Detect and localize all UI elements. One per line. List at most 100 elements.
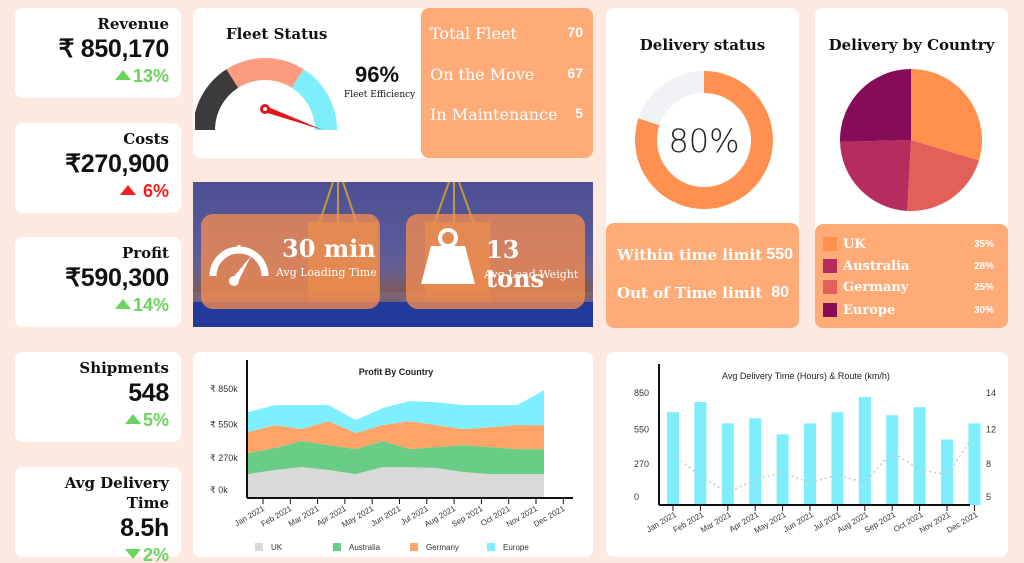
avg-load-weight-label: Avg Load Weight xyxy=(484,268,579,281)
gauge-needle-hub-center xyxy=(263,107,267,111)
kpi-label: Profit xyxy=(121,244,169,262)
delivery-time-bar xyxy=(886,415,899,505)
profit-by-country-card: ₹ 0k ₹ 270k ₹ 550k ₹ 850k Jan 2021 Feb 2021 M… xyxy=(193,352,593,557)
kpi-value: ₹ 850,170 xyxy=(58,35,169,63)
gauge-segment-dark xyxy=(195,69,239,130)
fleet-stat-label: Total Fleet xyxy=(430,24,517,43)
within-time-value: 550 xyxy=(766,246,793,263)
delivery-time-bar xyxy=(913,407,926,505)
country-legend-australia: Australia 28% xyxy=(823,257,994,275)
arrow-up-icon xyxy=(119,185,136,196)
avg-load-weight-value: 13 tons xyxy=(486,235,545,293)
country-legend-europe: Europe 30% xyxy=(823,301,994,319)
kpi-value: 548 xyxy=(128,379,169,407)
gauge-segment-salmon xyxy=(226,58,304,88)
area-y-tick-label: ₹ 270k xyxy=(210,453,238,463)
delivery-time-bar xyxy=(749,418,762,505)
kpi-change: 6% xyxy=(23,179,169,203)
fleet-stat-total: Total Fleet 70 xyxy=(430,24,583,43)
legend-swatch xyxy=(823,237,837,251)
area-legend-label: Germany xyxy=(426,543,459,552)
legend-label: Australia xyxy=(843,258,910,274)
country-legend-uk: UK 35% xyxy=(823,235,994,253)
kpi-change: 5% xyxy=(23,408,169,432)
bar-left-y-tick-label: 550 xyxy=(634,425,649,435)
route-speed-line xyxy=(672,434,976,494)
area-legend-label: Europe xyxy=(503,543,529,552)
fleet-stat-label: In Maintenance xyxy=(430,105,558,124)
speedometer-icon xyxy=(209,245,269,286)
area-x-tick-label: May 2021 xyxy=(340,504,375,530)
area-x-tick-label: Sep 2021 xyxy=(450,504,485,529)
legend-label: Germany xyxy=(843,279,909,295)
country-legend-germany: Germany 25% xyxy=(823,278,994,296)
kpi-change: 2% xyxy=(23,543,169,563)
area-y-tick-label: ₹ 550k xyxy=(210,420,238,430)
fleet-stat-label: On the Move xyxy=(430,65,535,84)
bar-left-y-tick-label: 0 xyxy=(634,492,639,502)
kpi-value: 8.5h xyxy=(120,514,169,542)
kpi-card-revenue: Revenue ₹ 850,170 13% xyxy=(15,8,181,98)
kpi-card-costs: Costs ₹270,900 6% xyxy=(15,123,181,213)
arrow-up-icon xyxy=(124,414,141,425)
area-x-tick-label: Dec 2021 xyxy=(532,504,567,529)
kpi-change: 14% xyxy=(23,293,169,317)
area-y-tick-label: ₹ 850k xyxy=(210,384,238,394)
profit-by-country-chart: ₹ 0k₹ 270k₹ 550k₹ 850k Jan 2021Feb 2021M… xyxy=(210,360,573,552)
fleet-stat-value: 67 xyxy=(567,65,583,81)
area-x-tick-label: Jun 2021 xyxy=(369,504,402,529)
delivery-by-country-pie xyxy=(840,69,982,211)
delivery-time-bar xyxy=(776,434,789,505)
kpi-label: Revenue xyxy=(97,15,169,33)
delivery-status-donut: 80% xyxy=(635,71,773,209)
area-legend-label: UK xyxy=(271,543,283,552)
avg-loading-time-tile: 30 min Avg Loading Time xyxy=(201,214,380,309)
bar-left-y-tick-label: 850 xyxy=(634,388,649,398)
bar-right-y-tick-label: 14 xyxy=(986,388,996,398)
delivery-status-title: Delivery status xyxy=(639,36,766,54)
bar-x-tick-label: Jun 2021 xyxy=(782,510,815,535)
delivery-time-bar xyxy=(858,397,871,505)
bar-right-y-tick-label: 12 xyxy=(986,425,996,435)
fleet-stat-on-move: On the Move 67 xyxy=(430,65,583,84)
kpi-label: Shipments xyxy=(79,359,169,377)
kpi-label: Costs xyxy=(123,130,169,148)
bar-right-y-tick-label: 5 xyxy=(986,492,991,502)
out-of-time-label: Out of Time limit xyxy=(617,284,763,302)
bar-right-y-tick-label: 8 xyxy=(986,459,991,469)
fleet-status-title: Fleet Status xyxy=(226,25,328,43)
kpi-value: ₹270,900 xyxy=(65,150,169,178)
fleet-stat-maintenance: In Maintenance 5 xyxy=(430,105,583,124)
avg-loading-time-label: Avg Loading Time xyxy=(276,266,377,279)
avg-delivery-time-card: 0 270 550 850 5 8 12 14 Jan 2021 Feb 2021 Mar 202… xyxy=(606,352,1008,557)
donut-percent-label: 80% xyxy=(668,122,739,160)
delivery-time-bar xyxy=(804,423,816,505)
delivery-time-bar xyxy=(694,402,707,505)
kpi-card-shipments: Shipments 548 5% xyxy=(15,352,181,442)
legend-swatch xyxy=(823,280,837,294)
area-legend-swatch xyxy=(255,543,263,551)
arrow-down-icon xyxy=(124,549,141,560)
country-legend-panel: UK 35% Australia 28% Germany 25% Europe … xyxy=(815,224,1008,328)
legend-label: Europe xyxy=(843,302,896,318)
legend-pct: 30% xyxy=(973,304,994,316)
fleet-stat-value: 70 xyxy=(567,24,583,40)
within-time-label: Within time limit xyxy=(617,246,763,264)
area-legend-swatch xyxy=(333,543,341,551)
kpi-label: Avg Delivery Time xyxy=(64,474,169,512)
bar-x-tick-label: Dec 2021 xyxy=(945,510,980,535)
out-of-time-row: Out of Time limit 80 xyxy=(617,284,789,302)
pie-slice-australia xyxy=(840,140,911,211)
area-x-tick-label: Mar 2021 xyxy=(287,504,321,529)
legend-swatch xyxy=(823,303,837,317)
legend-pct: 28% xyxy=(973,260,994,272)
fleet-efficiency-value: 96% xyxy=(355,62,400,87)
delivery-time-bar xyxy=(941,439,953,505)
delivery-by-country-title: Delivery by Country xyxy=(828,36,995,54)
delivery-time-bar xyxy=(831,412,844,505)
bar-left-y-tick-label: 270 xyxy=(634,459,649,469)
fleet-efficiency-label: Fleet Efficiency xyxy=(344,90,416,100)
kpi-change-value: 13% xyxy=(132,66,169,86)
area-chart-title: Profit By Country xyxy=(359,367,434,377)
area-legend-swatch xyxy=(487,543,495,551)
